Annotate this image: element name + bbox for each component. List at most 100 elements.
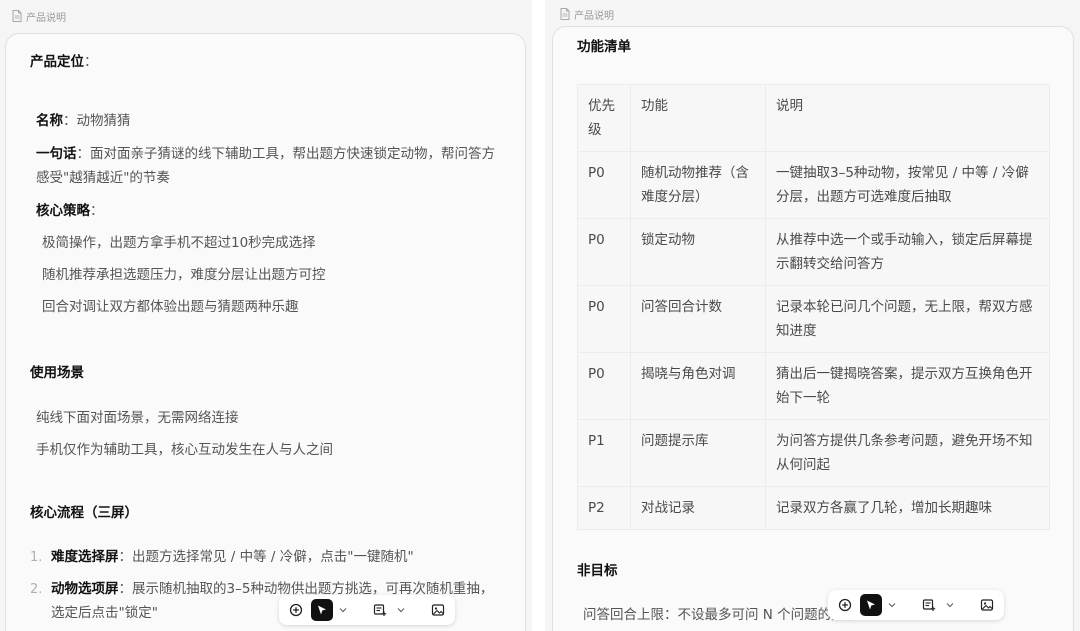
floating-toolbar (828, 590, 1004, 620)
frame-options-caret[interactable] (944, 594, 956, 616)
table-row: P0 随机动物推荐（含难度分层） 一键抽取3–5种动物，按常见 / 中等 / 冷… (577, 151, 1050, 219)
caret-down-icon (339, 608, 347, 613)
priority-cell: P0 (577, 285, 631, 353)
table-row: P1 问题提示库 为问答方提供几条参考问题，避免开场不知从何问起 (577, 419, 1050, 487)
flow-heading: 核心流程（三屏） (30, 505, 138, 521)
positioning-heading-text: 产品定位 (30, 54, 84, 70)
table-header-cell: 优先级 (577, 84, 631, 152)
flow-item: 1. 难度选择屏：出题方选择常见 / 中等 / 冷僻，点击"一键随机" (30, 545, 414, 565)
colon: ： (63, 113, 77, 129)
doc-title: 产品说明 (574, 10, 614, 22)
add-icon (289, 603, 303, 617)
doc-title-bar: 产品说明 (12, 8, 66, 24)
priority-cell: P0 (577, 151, 631, 219)
description-cell: 为问答方提供几条参考问题，避免开场不知从何问起 (765, 419, 1050, 487)
colon: ： (84, 54, 98, 70)
document-card: 功能清单 优先级 功能 说明 P0 随机动物推荐（含难度分层） 一键抽取3–5种… (552, 26, 1074, 631)
pointer-options-caret[interactable] (886, 594, 898, 616)
non-goal-heading: 非目标 (577, 563, 618, 579)
feature-cell: 揭晓与角色对调 (630, 352, 766, 420)
caret-down-icon (397, 608, 405, 613)
floating-toolbar (279, 595, 455, 625)
image-button[interactable] (976, 594, 998, 616)
add-icon (838, 598, 852, 612)
document-card: 产品定位： 名称：动物猜猜 一句话：面对面亲子猜谜的线下辅助工具，帮出题方快速锁… (5, 33, 526, 631)
description-cell: 一键抽取3–5种动物，按常见 / 中等 / 冷僻分层，出题方可选难度后抽取 (765, 151, 1050, 219)
colon: ： (118, 549, 133, 565)
doc-title-bar: 产品说明 (560, 6, 614, 22)
name-line: 名称：动物猜猜 (36, 109, 131, 129)
one-liner-line1: 一句话：面对面亲子猜谜的线下辅助工具，帮出题方快速锁定动物，帮问答方 (36, 142, 495, 162)
frame-add-button[interactable] (918, 594, 940, 616)
pointer-tool-button[interactable] (860, 594, 882, 616)
description-cell: 记录双方各赢了几轮，增加长期趣味 (765, 486, 1050, 530)
pointer-icon (867, 600, 875, 610)
document-icon (12, 10, 22, 22)
flow-item-title: 动物选项屏 (51, 581, 119, 597)
frame-add-icon (373, 604, 387, 616)
frame-options-caret[interactable] (395, 599, 407, 621)
doc-title: 产品说明 (26, 12, 66, 24)
document-icon (560, 8, 570, 20)
colon: ： (90, 203, 104, 219)
flow-item-number: 2. (30, 582, 43, 597)
strategy-line: 核心策略： (36, 199, 104, 219)
flow-item-text-continued: 选定后点击"锁定" (51, 605, 158, 621)
name-value: 动物猜猜 (76, 113, 131, 129)
add-button[interactable] (285, 599, 307, 621)
feature-cell: 问答回合计数 (630, 285, 766, 353)
table-row: P0 问答回合计数 记录本轮已问几个问题，无上限，帮双方感知进度 (577, 285, 1050, 353)
colon: ： (76, 146, 91, 162)
table-row: P0 揭晓与角色对调 猜出后一键揭晓答案，提示双方互换角色开始下一轮 (577, 352, 1050, 420)
feature-cell: 问题提示库 (630, 419, 766, 487)
feature-heading: 功能清单 (577, 39, 631, 55)
flow-item-number: 1. (30, 550, 43, 565)
name-label: 名称 (36, 113, 63, 129)
frame-add-button[interactable] (369, 599, 391, 621)
caret-down-icon (888, 603, 896, 608)
description-cell: 猜出后一键揭晓答案，提示双方互换角色开始下一轮 (765, 352, 1050, 420)
priority-cell: P1 (577, 419, 631, 487)
frame-add-icon (922, 599, 936, 611)
non-goal-item: 问答回合上限：不设最多可问 N 个问题的限制 (583, 607, 859, 623)
table-row: P0 锁定动物 从推荐中选一个或手动输入，锁定后屏幕提示翻转交给问答方 (577, 218, 1050, 286)
strategy-item: 随机推荐承担选题压力，难度分层让出题方可控 (42, 267, 326, 283)
flow-item-text: 出题方选择常见 / 中等 / 冷僻，点击"一键随机" (132, 549, 414, 565)
table-header-cell: 说明 (765, 84, 1050, 152)
image-button[interactable] (427, 599, 449, 621)
priority-cell: P0 (577, 352, 631, 420)
feature-cell: 对战记录 (630, 486, 766, 530)
one-liner-line2: 感受"越猜越近"的节奏 (36, 170, 170, 186)
pointer-tool-button[interactable] (311, 599, 333, 621)
feature-cell: 锁定动物 (630, 218, 766, 286)
right-document-panel: 产品说明 功能清单 优先级 功能 说明 P0 随机动物推荐（含难度分层） 一键抽… (545, 0, 1080, 631)
add-button[interactable] (834, 594, 856, 616)
one-liner-label: 一句话 (36, 146, 77, 162)
one-liner-text: 面对面亲子猜谜的线下辅助工具，帮出题方快速锁定动物，帮问答方 (90, 146, 495, 162)
scenario-item: 纯线下面对面场景，无需网络连接 (36, 410, 239, 426)
description-cell: 记录本轮已问几个问题，无上限，帮双方感知进度 (765, 285, 1050, 353)
image-icon (431, 604, 445, 616)
caret-down-icon (946, 603, 954, 608)
left-document-panel: 产品说明 产品定位： 名称：动物猜猜 一句话：面对面亲子猜谜的线下辅助工具，帮出… (0, 0, 532, 631)
image-icon (980, 599, 994, 611)
feature-cell: 随机动物推荐（含难度分层） (630, 151, 766, 219)
description-cell: 从推荐中选一个或手动输入，锁定后屏幕提示翻转交给问答方 (765, 218, 1050, 286)
colon: ： (118, 581, 133, 597)
strategy-label: 核心策略 (36, 203, 90, 219)
table-header-cell: 功能 (630, 84, 766, 152)
strategy-item: 极简操作，出题方拿手机不超过10秒完成选择 (42, 235, 316, 251)
strategy-item: 回合对调让双方都体验出题与猜题两种乐趣 (42, 299, 299, 315)
pointer-icon (318, 605, 326, 615)
scenario-item: 手机仅作为辅助工具，核心互动发生在人与人之间 (36, 442, 333, 458)
table-row: P2 对战记录 记录双方各赢了几轮，增加长期趣味 (577, 486, 1050, 530)
table-header-row: 优先级 功能 说明 (577, 84, 1050, 152)
feature-table: 优先级 功能 说明 P0 随机动物推荐（含难度分层） 一键抽取3–5种动物，按常… (577, 84, 1050, 530)
priority-cell: P2 (577, 486, 631, 530)
pointer-options-caret[interactable] (337, 599, 349, 621)
priority-cell: P0 (577, 218, 631, 286)
positioning-heading: 产品定位： (30, 50, 98, 70)
flow-item-title: 难度选择屏 (51, 549, 119, 565)
scenario-heading: 使用场景 (30, 365, 84, 381)
flow-item: 2. 动物选项屏：展示随机抽取的3–5种动物供出题方挑选，可再次随机重抽， (30, 577, 493, 597)
